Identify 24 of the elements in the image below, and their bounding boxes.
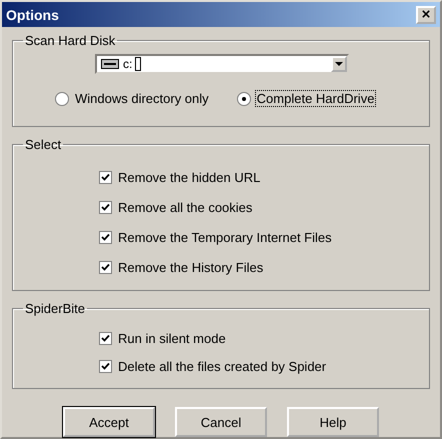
group-title: SpiderBite: [24, 301, 86, 316]
group-title: Select: [24, 137, 62, 152]
close-button[interactable]: ×: [416, 6, 436, 24]
dialog-button[interactable]: Cancel: [175, 407, 267, 437]
check-icon: [101, 202, 110, 212]
drive-icon: [101, 58, 119, 70]
checkbox-option[interactable]: Remove the hidden URL: [99, 162, 419, 192]
dialog-button[interactable]: Accept: [63, 407, 155, 437]
checkbox-option[interactable]: Remove the History Files: [99, 252, 419, 282]
checkbox-option[interactable]: Remove the Temporary Internet Files: [99, 222, 419, 252]
checkbox-option[interactable]: Remove all the cookies: [99, 192, 419, 222]
window-title: Options: [6, 6, 59, 22]
radio-option[interactable]: Windows directory only: [55, 90, 211, 107]
checkbox-option[interactable]: Run in silent mode: [99, 324, 419, 352]
check-icon: [101, 232, 110, 242]
check-icon: [101, 172, 110, 182]
caret-icon: [335, 62, 343, 66]
check-icon: [101, 262, 110, 272]
group-title: Scan Hard Disk: [24, 33, 116, 48]
dialog-button[interactable]: Help: [287, 407, 379, 437]
checkbox-option[interactable]: Delete all the files created by Spider: [99, 352, 419, 380]
drive-dropdown[interactable]: c:: [95, 54, 349, 74]
check-icon: [101, 362, 110, 370]
check-icon: [101, 334, 110, 342]
